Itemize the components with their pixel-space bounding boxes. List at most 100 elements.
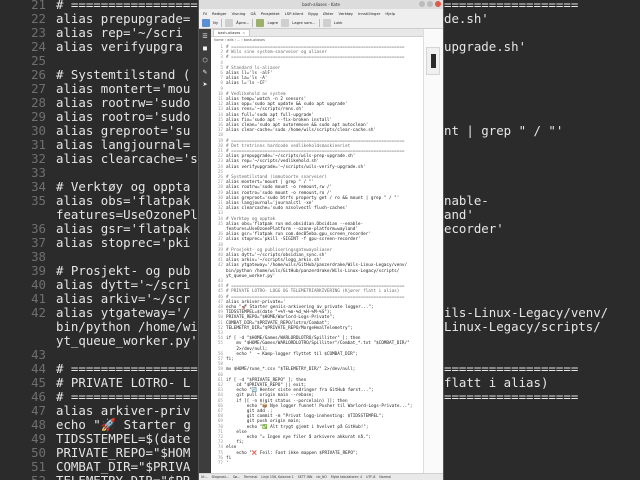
code-line[interactable]: 3 # =====================================… — [211, 55, 404, 60]
tab-bash-aliases[interactable]: bash-aliases × — [213, 29, 251, 36]
symbols-icon[interactable]: ✎ — [202, 69, 209, 76]
line-text: alias l='ls -CF' — [226, 81, 268, 87]
background-line: 24 alias verifyupgra — [0, 40, 183, 54]
background-line-number: 31 — [31, 137, 46, 152]
background-line: 52 TELEMETRY_DIR="$PR — [0, 474, 190, 480]
line-text: alias verifyupgrade='~/scripts/wils-veri… — [226, 164, 366, 170]
menu-item[interactable]: Verktøy — [339, 11, 353, 16]
background-line-text: # Verktøy og oppta — [56, 179, 191, 194]
background-line-text: alias greproot='su — [56, 123, 191, 138]
tab-close-icon[interactable]: × — [242, 30, 245, 36]
left-sidebar: ☰ ◼ ⬡ ✎ ➤ — [199, 29, 211, 473]
status-item[interactable]: UTF-8 — [366, 475, 375, 479]
status-bar: Ut... Diagnost... Sø... Terminal Linje 156, … — [199, 473, 443, 480]
background-line-text: PRIVATE_REPO="$HOM — [56, 445, 191, 460]
background-line-text: ================== — [444, 361, 579, 376]
minimap-viewport[interactable] — [431, 54, 436, 68]
tab-label: bash-aliases — [218, 31, 241, 35]
document-minimap[interactable] — [423, 29, 443, 473]
maximize-button[interactable] — [427, 1, 433, 7]
open-folder-icon[interactable] — [225, 18, 234, 27]
background-terminal-right: ================== de.sh' upgrade.sh' nt | … — [444, 0, 640, 480]
save-icon[interactable] — [256, 18, 265, 27]
menu-item[interactable]: Innstillinger — [358, 11, 380, 16]
status-item[interactable]: Linje 156, Kolonne 1 — [261, 475, 293, 479]
background-line-number: 30 — [31, 123, 46, 138]
toolbar-separator — [252, 18, 254, 27]
background-line-number: 45 — [31, 375, 46, 390]
background-line-number: 37 — [31, 235, 46, 250]
code-line[interactable]: 59 mv $HOME/rune_*.csv "$TELEMETRY_DIR/" … — [211, 367, 356, 372]
status-item[interactable]: Ut... — [201, 475, 208, 479]
code-line[interactable]: 24 alias verifyupgrade='~/scripts/wils-ve… — [211, 165, 366, 170]
line-text: fi; — [226, 357, 234, 362]
save-button[interactable]: Lagre — [267, 20, 278, 25]
title-bar[interactable]: bash-aliases - Kate — [199, 0, 443, 9]
background-line-text: upgrade.sh' — [444, 39, 527, 54]
code-line[interactable]: 32 alias clearcache='sudo nzsolvectl flus… — [211, 206, 348, 211]
background-line: 31 alias langjournal= — [0, 138, 190, 152]
menu-item[interactable]: Prosjektet — [261, 11, 280, 16]
menu-item[interactable]: Gå — [250, 11, 255, 16]
background-line-text: alias obs='flatpak — [56, 193, 191, 208]
close-doc-icon[interactable] — [322, 18, 331, 27]
run-icon[interactable]: ➤ — [202, 81, 209, 88]
background-line-text: features=UseOzonePl — [56, 207, 198, 222]
new-button[interactable]: Ny — [213, 20, 218, 25]
open-button[interactable]: Åpne... — [236, 20, 249, 25]
status-item[interactable]: Sø... — [233, 475, 240, 479]
minimize-button[interactable] — [419, 1, 425, 7]
code-line[interactable]: 37 alias stoprec='pkill -SIGINT -f gpu-sc… — [211, 237, 361, 242]
tab-bar: bash-aliases × — [211, 29, 423, 37]
status-item[interactable]: Diagnost... — [212, 475, 229, 479]
documents-icon[interactable]: ☰ — [202, 33, 209, 40]
status-item[interactable]: Terminal — [244, 475, 257, 479]
background-line: 28 alias rootrw='sudo — [0, 96, 190, 110]
minimap-preview[interactable] — [426, 47, 440, 75]
status-item[interactable]: nb_NO — [316, 475, 327, 479]
background-line: 44 # ================== — [0, 362, 198, 376]
background-line-number: 42 — [31, 305, 46, 320]
background-line-number: 24 — [31, 39, 46, 54]
close-doc-button[interactable]: Lukk — [334, 20, 343, 25]
new-file-icon[interactable] — [202, 18, 210, 27]
window-title: bash-aliases - Kate — [302, 2, 340, 7]
menu-item[interactable]: Hjelp — [385, 11, 395, 16]
menu-item[interactable]: Økter — [323, 11, 334, 16]
save-as-button[interactable]: Lagre som... — [292, 20, 316, 25]
code-line[interactable]: 17 alias clear-cache='sudo /home/wils/scr… — [211, 128, 376, 133]
background-line: 41 alias arkiv='~/scr — [0, 292, 190, 306]
background-line-number: 22 — [31, 11, 46, 26]
background-line-number: 47 — [31, 403, 46, 418]
code-area[interactable]: 1 # =====================================… — [211, 43, 423, 473]
toolbar-separator — [318, 18, 320, 27]
background-line-text: alias dytt='~/scri — [56, 277, 191, 292]
code-line[interactable]: 77 ' — [211, 461, 229, 466]
background-line-text: alias ytgateway='/ — [56, 305, 191, 320]
background-line-text: alias stoprec='pki — [56, 235, 191, 250]
background-line-number: 48 — [31, 417, 46, 432]
code-line[interactable]: 52 TELEMETRY_DIR="$PRIVATE_REPO/MorgeHeal… — [211, 326, 353, 331]
menu-item[interactable]: Bygg — [308, 11, 318, 16]
menu-item[interactable]: LSP-klient — [285, 11, 304, 16]
menu-item[interactable]: Visning — [232, 11, 246, 16]
background-line-text: flatt i alias) — [444, 375, 549, 390]
status-item[interactable]: SETT INN — [298, 475, 313, 479]
code-line[interactable]: 75 echo "❌ Feil: Fant ikke mappen $PRIVA… — [211, 451, 358, 456]
close-button[interactable] — [435, 1, 441, 7]
background-line: features=UseOzonePl — [0, 208, 198, 222]
projects-icon[interactable]: ◼ — [202, 45, 209, 52]
git-icon[interactable]: ⬡ — [202, 57, 209, 64]
status-item[interactable]: Normal — [379, 475, 391, 479]
save-as-icon[interactable] — [281, 18, 290, 27]
background-line: 43 — [0, 348, 56, 362]
status-item[interactable]: Myke tabulatorer: 4 — [331, 475, 362, 479]
background-line-text: bin/python /home/wi — [56, 319, 198, 334]
menu-item[interactable]: Fil — [203, 11, 207, 16]
background-line-number: 38 — [31, 249, 46, 264]
background-line-text: ================== — [444, 389, 579, 404]
background-line-text: alias verifyupgra — [56, 39, 183, 54]
menu-item[interactable]: Rediger — [212, 11, 227, 16]
background-line: 35 alias obs='flatpak — [0, 194, 190, 208]
background-line-text: TELEMETRY_DIR="$PR — [56, 473, 190, 480]
